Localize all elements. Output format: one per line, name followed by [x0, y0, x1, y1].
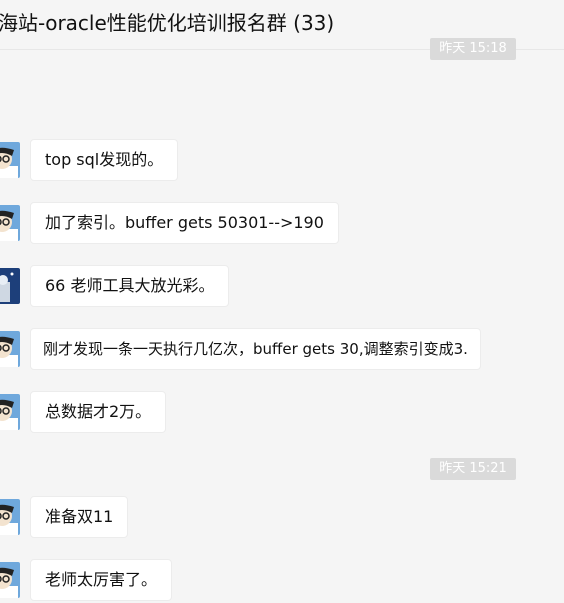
message-text: 加了索引。buffer gets 50301-->190 — [45, 213, 324, 232]
message-text: top sql发现的。 — [45, 150, 164, 169]
cartoon-boy-avatar[interactable] — [0, 499, 20, 535]
message-text: 总数据才2万。 — [45, 402, 152, 421]
cartoon-boy-avatar[interactable] — [0, 331, 20, 367]
message-text: 66 老师工具大放光彩。 — [45, 276, 215, 295]
message-text: 刚才发现一条一天执行几亿次，buffer gets 30,调整索引变成3. — [43, 340, 468, 358]
message-bubble: 66 老师工具大放光彩。 — [30, 265, 230, 307]
cartoon-boy-avatar[interactable] — [0, 562, 20, 598]
message-bubble: 刚才发现一条一天执行几亿次，buffer gets 30,调整索引变成3. — [30, 328, 481, 370]
message-bubble: 总数据才2万。 — [30, 391, 167, 433]
message-bubble: 准备双11 — [30, 496, 129, 538]
timestamp-middle: 昨天 15:21 — [430, 458, 516, 480]
cartoon-boy-avatar[interactable] — [0, 394, 20, 430]
message-bubble: 老师太厉害了。 — [30, 559, 173, 601]
chat-title: 海站-oracle性能优化培训报名群 (33) — [0, 11, 335, 35]
message-text: 准备双11 — [45, 507, 114, 526]
photo-avatar[interactable] — [0, 268, 20, 304]
message-text: 老师太厉害了。 — [45, 570, 158, 589]
cartoon-boy-avatar[interactable] — [0, 205, 20, 241]
timestamp-top: 昨天 15:18 — [430, 38, 516, 60]
message-bubble: 加了索引。buffer gets 50301-->190 — [30, 202, 339, 244]
cartoon-boy-avatar[interactable] — [0, 142, 20, 178]
message-bubble: top sql发现的。 — [30, 139, 179, 181]
